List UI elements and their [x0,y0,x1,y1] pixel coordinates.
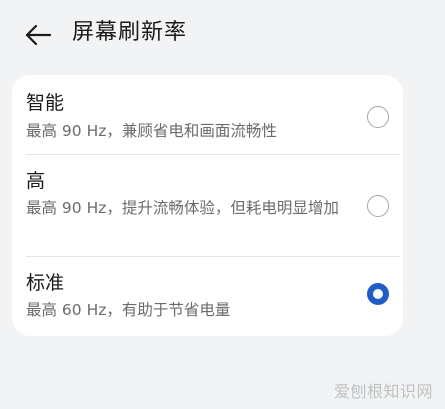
watermark: 爱刨根知识网 [333,382,433,401]
option-description: 最高 90 Hz，兼顾省电和画面流畅性 [26,122,277,140]
refresh-rate-options-card: 智能 最高 90 Hz，兼顾省电和画面流畅性 高 最高 90 Hz，提升流畅体验… [12,75,403,336]
radio-button-checked[interactable] [367,283,389,305]
page-title: 屏幕刷新率 [72,20,188,45]
top-bar: 屏幕刷新率 [0,0,445,68]
radio-button-unchecked[interactable] [367,195,389,217]
arrow-left-icon [25,24,52,46]
back-button[interactable] [22,18,56,52]
option-standard[interactable]: 标准 最高 60 Hz，有助于节省电量 [12,257,403,336]
option-description: 最高 60 Hz，有助于节省电量 [26,301,231,319]
option-title: 标准 [26,272,65,294]
option-description: 最高 90 Hz，提升流畅体验，但耗电明显增加 [26,199,339,217]
option-high[interactable]: 高 最高 90 Hz，提升流畅体验，但耗电明显增加 [12,155,403,256]
option-smart[interactable]: 智能 最高 90 Hz，兼顾省电和画面流畅性 [12,75,403,153]
option-title: 高 [26,170,46,192]
option-title: 智能 [26,92,65,114]
radio-button-unchecked[interactable] [367,106,389,128]
